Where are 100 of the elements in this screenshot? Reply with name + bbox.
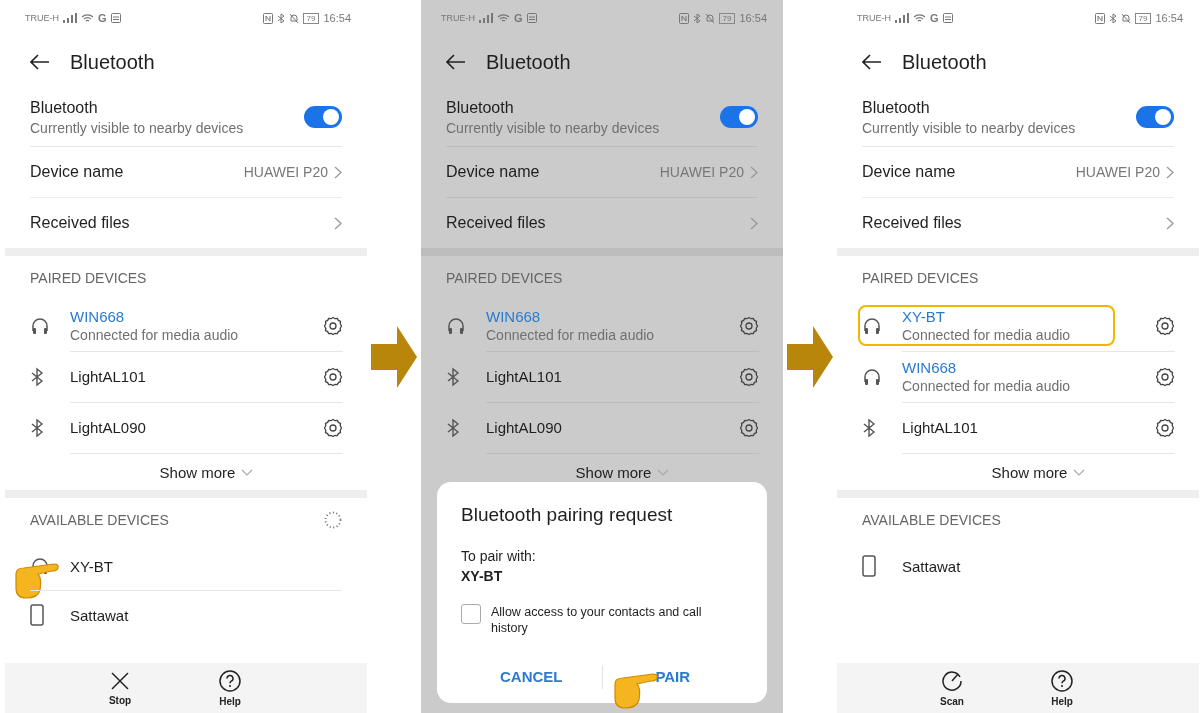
settings-icon[interactable]: [323, 417, 343, 438]
back-icon[interactable]: [446, 54, 466, 70]
bluetooth-toggle[interactable]: [720, 106, 758, 128]
arrow-icon: [371, 325, 417, 388]
settings-icon[interactable]: [1155, 366, 1175, 387]
device-status: Connected for media audio: [486, 327, 655, 343]
setting-description: Currently visible to nearby devices: [446, 119, 661, 136]
device-name[interactable]: Sattawat: [902, 557, 961, 575]
chevron-right-icon[interactable]: [1166, 216, 1174, 230]
checkbox-label: Allow access to your contacts and call history: [491, 604, 703, 636]
bluetooth-icon: [446, 417, 460, 438]
toolbar-button[interactable]: Help: [205, 663, 255, 713]
scan-icon: [941, 669, 963, 692]
bluetooth-toggle[interactable]: [1136, 106, 1174, 128]
page-title: Bluetooth: [902, 50, 987, 74]
setting-label: Device name: [30, 163, 124, 181]
chevron-right-icon[interactable]: [334, 216, 342, 230]
headphones-icon: [862, 366, 882, 387]
show-more-link[interactable]: Show more: [575, 463, 652, 481]
headphones-icon: [446, 315, 466, 336]
toolbar-button[interactable]: Scan: [927, 663, 977, 713]
device-name-value: HUAWEI P20: [659, 164, 744, 180]
headphones-icon: [862, 315, 882, 336]
device-name-value: HUAWEI P20: [243, 164, 328, 180]
device-name[interactable]: LightAL101: [486, 368, 562, 385]
network-label: G: [98, 12, 107, 24]
device-name[interactable]: LightAL101: [902, 419, 978, 436]
nfc-icon: [1094, 12, 1105, 24]
device-name[interactable]: Sattawat: [70, 606, 129, 624]
show-more-link[interactable]: Show more: [159, 463, 236, 481]
battery-level: 79: [302, 12, 320, 24]
signal-icon: [63, 13, 77, 23]
back-icon[interactable]: [862, 54, 882, 70]
bluetooth-icon: [862, 417, 876, 438]
headphones-icon: [30, 315, 50, 336]
arrow-icon: [787, 325, 833, 388]
setting-label: Received files: [862, 214, 962, 232]
settings-icon[interactable]: [739, 417, 759, 438]
page-title: Bluetooth: [486, 50, 571, 74]
section-heading: PAIRED DEVICES: [30, 270, 147, 286]
back-icon[interactable]: [30, 54, 50, 70]
help-icon: [219, 669, 241, 692]
phone-icon: [862, 555, 876, 577]
clock-time: 16:54: [739, 12, 767, 24]
settings-icon[interactable]: [1155, 315, 1175, 336]
bluetooth-icon: [30, 417, 44, 438]
bluetooth-icon: [30, 366, 44, 387]
wifi-icon: [81, 13, 94, 23]
battery-level: 79: [718, 12, 736, 24]
setting-label: Bluetooth: [446, 98, 515, 117]
signal-icon: [479, 13, 493, 23]
dialog-prompt: To pair with:: [461, 548, 537, 564]
device-name[interactable]: XY-BT: [70, 557, 113, 575]
bluetooth-icon: [276, 12, 285, 24]
device-name[interactable]: XY-BT: [902, 308, 1071, 325]
chevron-right-icon[interactable]: [1166, 165, 1174, 179]
mute-icon: [704, 12, 715, 24]
setting-description: Currently visible to nearby devices: [30, 119, 245, 136]
page-title: Bluetooth: [70, 50, 155, 74]
carrier-label: TRUE-H: [441, 13, 475, 23]
clock-time: 16:54: [1155, 12, 1183, 24]
settings-icon[interactable]: [1155, 417, 1175, 438]
device-name[interactable]: WIN668: [70, 308, 239, 325]
toolbar-button[interactable]: Help: [1037, 663, 1087, 713]
device-name[interactable]: LightAL090: [70, 419, 146, 436]
dialog-device-name: XY-BT: [461, 568, 504, 584]
settings-icon[interactable]: [323, 315, 343, 336]
toolbar-button[interactable]: Stop: [95, 663, 145, 713]
checkbox[interactable]: [461, 604, 481, 624]
carrier-label: TRUE-H: [857, 13, 891, 23]
setting-label: Device name: [862, 163, 956, 181]
setting-label: Bluetooth: [862, 98, 931, 117]
setting-label: Bluetooth: [30, 98, 99, 117]
section-heading: PAIRED DEVICES: [862, 270, 979, 286]
device-status: Connected for media audio: [70, 327, 239, 343]
bluetooth-toggle[interactable]: [304, 106, 342, 128]
chevron-down-icon[interactable]: [241, 468, 254, 476]
message-icon: [110, 13, 121, 23]
device-name[interactable]: LightAL101: [70, 368, 146, 385]
show-more-link[interactable]: Show more: [991, 463, 1068, 481]
settings-icon[interactable]: [739, 315, 759, 336]
dialog-button[interactable]: CANCEL: [490, 662, 573, 691]
settings-icon[interactable]: [323, 366, 343, 387]
chevron-right-icon[interactable]: [334, 165, 342, 179]
section-heading: PAIRED DEVICES: [446, 270, 563, 286]
wifi-icon: [497, 13, 510, 23]
message-icon: [526, 13, 537, 23]
setting-label: Received files: [446, 214, 546, 232]
dialog-title: Bluetooth pairing request: [461, 504, 674, 526]
setting-label: Device name: [446, 163, 540, 181]
device-name[interactable]: WIN668: [902, 359, 1071, 376]
chevron-down-icon[interactable]: [1073, 468, 1086, 476]
section-heading: AVAILABLE DEVICES: [30, 512, 169, 528]
device-name[interactable]: LightAL090: [486, 419, 562, 436]
message-icon: [942, 13, 953, 23]
wifi-icon: [913, 13, 926, 23]
setting-label: Received files: [30, 214, 130, 232]
section-heading: AVAILABLE DEVICES: [862, 512, 1001, 528]
dialog-button[interactable]: PAIR: [645, 662, 701, 691]
settings-icon[interactable]: [739, 366, 759, 387]
